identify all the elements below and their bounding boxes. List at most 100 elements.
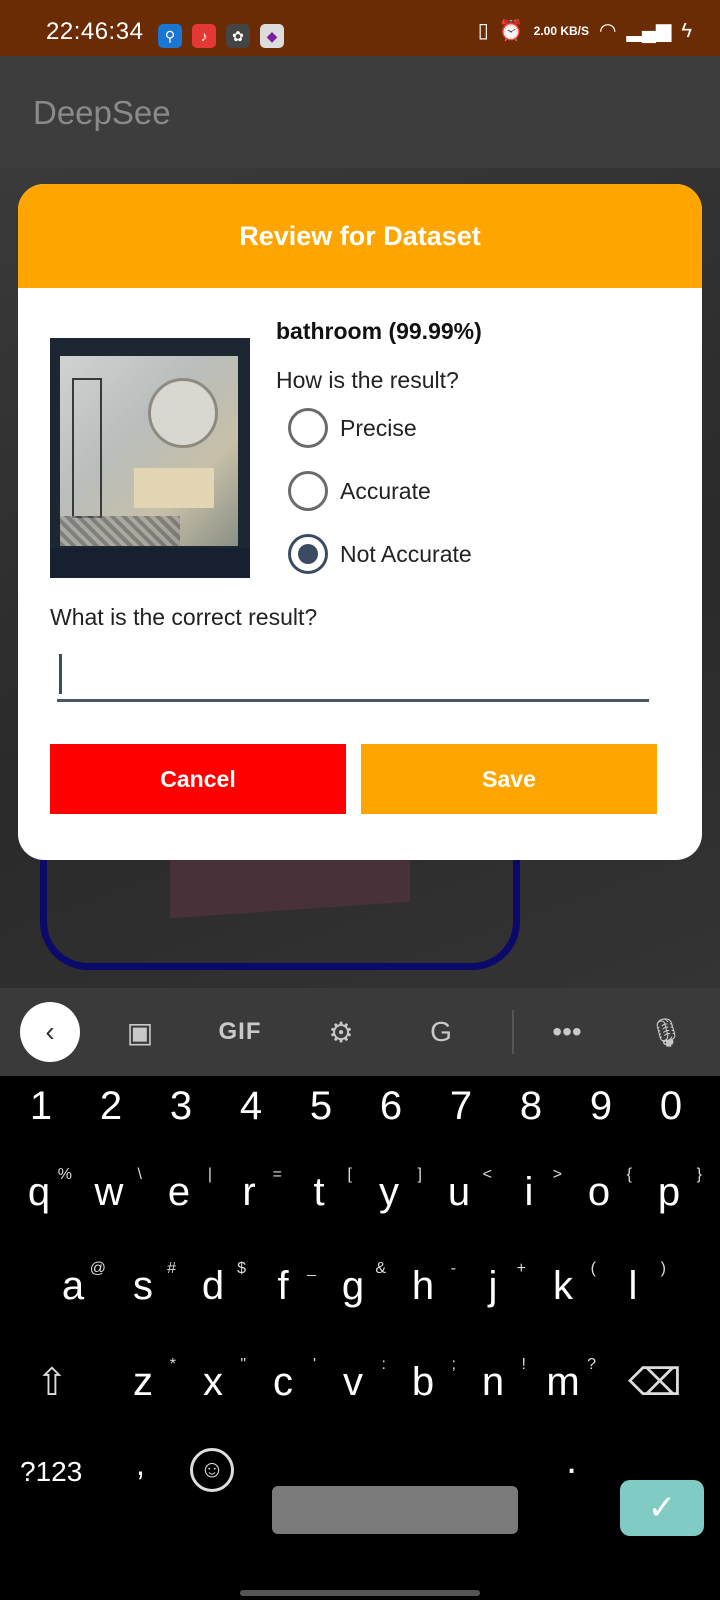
usb-icon: ⚲ (158, 24, 182, 48)
space-bar[interactable] (272, 1486, 518, 1534)
text-caret (59, 654, 62, 694)
key-a[interactable]: a @ (38, 1260, 108, 1309)
key-j[interactable]: j + (458, 1260, 528, 1309)
symbols-key[interactable]: ?123 (20, 1456, 82, 1488)
key-w[interactable]: w \ (74, 1166, 144, 1215)
dialog-header: Review for Dataset (18, 184, 702, 288)
key-hint: | (207, 1166, 212, 1183)
key-e[interactable]: e | (144, 1166, 214, 1215)
key-hint: : (381, 1356, 386, 1373)
key-8[interactable]: 8 (496, 1084, 566, 1129)
key-2[interactable]: 2 (76, 1084, 146, 1129)
key-y[interactable]: y] (354, 1166, 424, 1215)
key-t[interactable]: t[ (284, 1166, 354, 1215)
result-question: How is the result? (276, 367, 459, 393)
key-r[interactable]: r = (214, 1166, 284, 1215)
option-not-accurate[interactable]: Not Accurate (288, 534, 472, 574)
gear-icon[interactable]: ⚙ (311, 1002, 371, 1062)
key-0[interactable]: 0 (636, 1084, 706, 1129)
emoji-icon[interactable]: ☺ (190, 1448, 234, 1492)
key-q[interactable]: q% (4, 1166, 74, 1215)
key-c[interactable]: c ' (248, 1356, 318, 1405)
key-hint: < (482, 1166, 492, 1183)
sticker-icon[interactable]: ▣ (110, 1002, 170, 1062)
option-precise[interactable]: Precise (288, 408, 417, 448)
key-k[interactable]: k( (528, 1260, 598, 1309)
key-hint: ) (660, 1260, 666, 1277)
shift-icon[interactable]: ⇧ (36, 1360, 68, 1405)
signal-icon: ▂▄▆ (626, 20, 672, 42)
key-p[interactable]: p} (634, 1166, 704, 1215)
review-dialog: Review for Dataset bathroom (99.99%) How… (18, 184, 702, 860)
save-button[interactable]: Save (361, 744, 657, 814)
key-hint: ? (587, 1356, 596, 1373)
chevron-left-icon[interactable]: ‹ (20, 1002, 80, 1062)
vibrate-icon: ▯ (477, 20, 489, 42)
microphone-icon[interactable]: 🎙 (636, 1002, 696, 1062)
cancel-button[interactable]: Cancel (50, 744, 346, 814)
key-hint: ] (417, 1166, 422, 1183)
key-d[interactable]: d $ (178, 1260, 248, 1309)
key-hint: ; (451, 1356, 456, 1373)
key-n[interactable]: n! (458, 1356, 528, 1405)
option-label: Precise (340, 414, 417, 441)
key-hint: % (57, 1166, 72, 1183)
key-x[interactable]: x " (178, 1356, 248, 1405)
network-speed: 2.00 KB/S (533, 23, 590, 38)
status-bar: 22:46:34 ⚲ ♪ ✿ ◆ ▯ ⏰ 2.00 KB/S ◠ ▂▄▆ ϟ (0, 0, 720, 56)
dialog-title: Review for Dataset (239, 220, 481, 251)
charging-icon: ϟ (681, 20, 692, 42)
key-hint: \ (137, 1166, 142, 1183)
key-7[interactable]: 7 (426, 1084, 496, 1129)
backspace-icon[interactable]: ⌫ (628, 1360, 682, 1405)
key-hint: _ (307, 1260, 316, 1277)
translate-icon[interactable]: G (411, 1002, 471, 1062)
wifi-icon: ◠ (599, 20, 617, 42)
key-hint: " (240, 1356, 246, 1373)
key-v[interactable]: v: (318, 1356, 388, 1405)
key-hint: > (552, 1166, 562, 1183)
key-m[interactable]: m? (528, 1356, 598, 1405)
key-4[interactable]: 4 (216, 1084, 286, 1129)
key-l[interactable]: l) (598, 1260, 668, 1309)
key-i[interactable]: i > (494, 1166, 564, 1215)
prediction-label: bathroom (99.99%) (276, 318, 482, 344)
key-hint: } (696, 1166, 702, 1183)
key-s[interactable]: s # (108, 1260, 178, 1309)
key-hint: { (626, 1166, 632, 1183)
system-icons: ▯ ⏰ 2.00 KB/S ◠ ▂▄▆ ϟ (478, 20, 692, 42)
key-hint: ! (521, 1356, 526, 1373)
radio-precise[interactable] (288, 408, 328, 448)
option-label: Not Accurate (340, 540, 472, 567)
gesture-bar (240, 1590, 480, 1596)
key-z[interactable]: z * (108, 1356, 178, 1405)
correct-result-input[interactable] (57, 644, 649, 702)
correct-result-question: What is the correct result? (50, 604, 318, 630)
captured-image (50, 338, 250, 578)
key-hint: ' (312, 1356, 316, 1373)
key-b[interactable]: b; (388, 1356, 458, 1405)
key-5[interactable]: 5 (286, 1084, 356, 1129)
key-hint: * (169, 1356, 176, 1373)
key-hint: $ (237, 1260, 246, 1277)
key-f[interactable]: f _ (248, 1260, 318, 1309)
radio-accurate[interactable] (288, 471, 328, 511)
key-g[interactable]: g & (318, 1260, 388, 1309)
key-h[interactable]: h- (388, 1260, 458, 1309)
enter-check-icon[interactable]: ✓ (620, 1480, 704, 1536)
key-1[interactable]: 1 (6, 1084, 76, 1129)
period-key[interactable]: . (566, 1438, 577, 1483)
key-3[interactable]: 3 (146, 1084, 216, 1129)
key-u[interactable]: u < (424, 1166, 494, 1215)
option-label: Accurate (340, 477, 431, 504)
key-6[interactable]: 6 (356, 1084, 426, 1129)
more-icon[interactable]: ••• (537, 1002, 597, 1062)
key-o[interactable]: o{ (564, 1166, 634, 1215)
option-accurate[interactable]: Accurate (288, 471, 431, 511)
comma-key[interactable]: , (136, 1446, 145, 1483)
gif-button[interactable]: GIF (210, 1002, 270, 1062)
radio-not-accurate[interactable] (288, 534, 328, 574)
alarm-icon: ⏰ (498, 20, 524, 42)
key-hint: = (272, 1166, 282, 1183)
key-9[interactable]: 9 (566, 1084, 636, 1129)
